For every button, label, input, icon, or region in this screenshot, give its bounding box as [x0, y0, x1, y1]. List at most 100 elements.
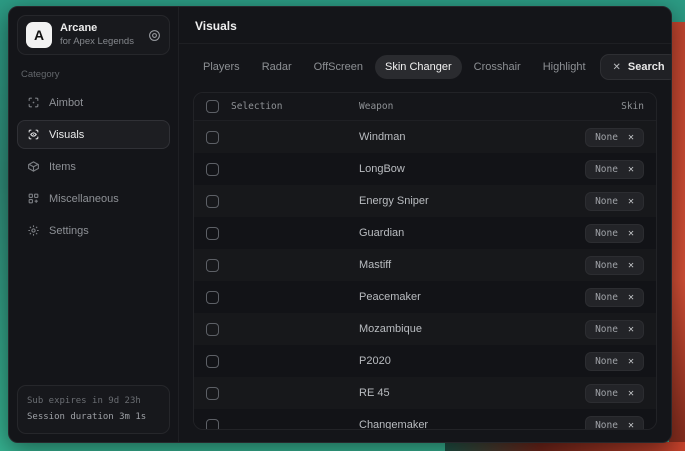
select-all-checkbox[interactable] [206, 100, 219, 113]
table-row: LongBow None ✕ [194, 153, 656, 185]
category-label: Category [21, 69, 166, 80]
clear-skin-icon[interactable]: ✕ [628, 356, 634, 367]
row-checkbox[interactable] [206, 163, 219, 176]
sidebar-item-aimbot[interactable]: Aimbot [17, 88, 170, 117]
skin-select[interactable]: None ✕ [585, 192, 644, 211]
main-panel: Visuals PlayersRadarOffScreenSkin Change… [179, 7, 671, 442]
tab-radar[interactable]: Radar [252, 55, 302, 79]
row-checkbox[interactable] [206, 227, 219, 240]
search-button[interactable]: ✕ Search [600, 54, 672, 80]
clear-skin-icon[interactable]: ✕ [628, 132, 634, 143]
crosshair-icon [27, 96, 40, 109]
weapon-column-header: Weapon [346, 101, 564, 112]
skin-value: None [595, 260, 618, 271]
skin-select[interactable]: None ✕ [585, 128, 644, 147]
skin-select[interactable]: None ✕ [585, 384, 644, 403]
skin-value: None [595, 292, 618, 303]
table-header-row: Selection Weapon Skin [194, 93, 656, 121]
lifebuoy-icon[interactable] [148, 29, 161, 42]
row-checkbox[interactable] [206, 419, 219, 431]
skin-value: None [595, 420, 618, 431]
row-checkbox[interactable] [206, 131, 219, 144]
row-checkbox[interactable] [206, 387, 219, 400]
clear-skin-icon[interactable]: ✕ [628, 260, 634, 271]
sidebar-item-label: Visuals [49, 129, 84, 141]
gear-icon [27, 224, 40, 237]
table-row: Peacemaker None ✕ [194, 281, 656, 313]
tab-highlight[interactable]: Highlight [533, 55, 596, 79]
selection-column-header: Selection [231, 101, 282, 112]
clear-skin-icon[interactable]: ✕ [628, 292, 634, 303]
skin-value: None [595, 132, 618, 143]
weapons-table: Selection Weapon Skin Windman None [193, 92, 657, 430]
toolbar: PlayersRadarOffScreenSkin ChangerCrossha… [179, 44, 671, 88]
tab-skin-changer[interactable]: Skin Changer [375, 55, 462, 79]
table-row: Mozambique None ✕ [194, 313, 656, 345]
clear-skin-icon[interactable]: ✕ [628, 196, 634, 207]
app-subtitle: for Apex Legends [60, 36, 140, 48]
eye-scan-icon [27, 128, 40, 141]
sidebar-item-visuals[interactable]: Visuals [17, 120, 170, 149]
tab-bar: PlayersRadarOffScreenSkin ChangerCrossha… [193, 55, 596, 79]
clear-skin-icon[interactable]: ✕ [628, 164, 634, 175]
weapon-name: RE 45 [346, 387, 564, 399]
table-row: Mastiff None ✕ [194, 249, 656, 281]
clear-skin-icon[interactable]: ✕ [628, 324, 634, 335]
table-body: Windman None ✕ LongBow [194, 121, 656, 430]
table-row: P2020 None ✕ [194, 345, 656, 377]
weapon-name: Guardian [346, 227, 564, 239]
search-button-label: Search [628, 61, 665, 73]
table-row: Windman None ✕ [194, 121, 656, 153]
tab-players[interactable]: Players [193, 55, 250, 79]
table-row: Energy Sniper None ✕ [194, 185, 656, 217]
tab-offscreen[interactable]: OffScreen [304, 55, 373, 79]
table-row: Guardian None ✕ [194, 217, 656, 249]
row-checkbox[interactable] [206, 259, 219, 272]
grid-icon [27, 192, 40, 205]
weapon-name: Windman [346, 131, 564, 143]
skin-column-header: Skin [564, 101, 644, 112]
clear-skin-icon[interactable]: ✕ [628, 228, 634, 239]
tab-crosshair[interactable]: Crosshair [464, 55, 531, 79]
skin-select[interactable]: None ✕ [585, 160, 644, 179]
sidebar-item-miscellaneous[interactable]: Miscellaneous [17, 184, 170, 213]
sidebar-item-label: Aimbot [49, 97, 83, 109]
row-checkbox[interactable] [206, 195, 219, 208]
skin-select[interactable]: None ✕ [585, 320, 644, 339]
sidebar-item-label: Items [49, 161, 76, 173]
sidebar-nav: Aimbot Visuals Items Miscellaneous Setti… [17, 88, 170, 248]
main-header: Visuals [179, 7, 671, 44]
app-name: Arcane [60, 22, 140, 36]
weapon-name: Energy Sniper [346, 195, 564, 207]
skin-select[interactable]: None ✕ [585, 416, 644, 431]
skin-select[interactable]: None ✕ [585, 224, 644, 243]
skin-select[interactable]: None ✕ [585, 352, 644, 371]
weapon-name: Changemaker [346, 419, 564, 430]
sidebar-item-settings[interactable]: Settings [17, 216, 170, 245]
sidebar-item-label: Miscellaneous [49, 193, 119, 205]
session-info-card: Sub expires in 9d 23h Session duration 3… [17, 385, 170, 434]
x-icon: ✕ [613, 62, 621, 73]
row-checkbox[interactable] [206, 291, 219, 304]
sidebar-item-label: Settings [49, 225, 89, 237]
skin-select[interactable]: None ✕ [585, 256, 644, 275]
row-checkbox[interactable] [206, 355, 219, 368]
package-icon [27, 160, 40, 173]
row-checkbox[interactable] [206, 323, 219, 336]
page-title: Visuals [195, 19, 655, 33]
weapon-name: LongBow [346, 163, 564, 175]
weapon-name: Peacemaker [346, 291, 564, 303]
sidebar-item-items[interactable]: Items [17, 152, 170, 181]
skin-value: None [595, 164, 618, 175]
skin-value: None [595, 388, 618, 399]
clear-skin-icon[interactable]: ✕ [628, 388, 634, 399]
skin-value: None [595, 228, 618, 239]
clear-skin-icon[interactable]: ✕ [628, 420, 634, 431]
table-row: Changemaker None ✕ [194, 409, 656, 430]
table-row: RE 45 None ✕ [194, 377, 656, 409]
app-window: A Arcane for Apex Legends Category Aimbo… [8, 6, 672, 443]
skin-value: None [595, 356, 618, 367]
game-background-red-bottom [445, 442, 685, 451]
sub-expires-text: Sub expires in 9d 23h [27, 394, 160, 409]
skin-select[interactable]: None ✕ [585, 288, 644, 307]
